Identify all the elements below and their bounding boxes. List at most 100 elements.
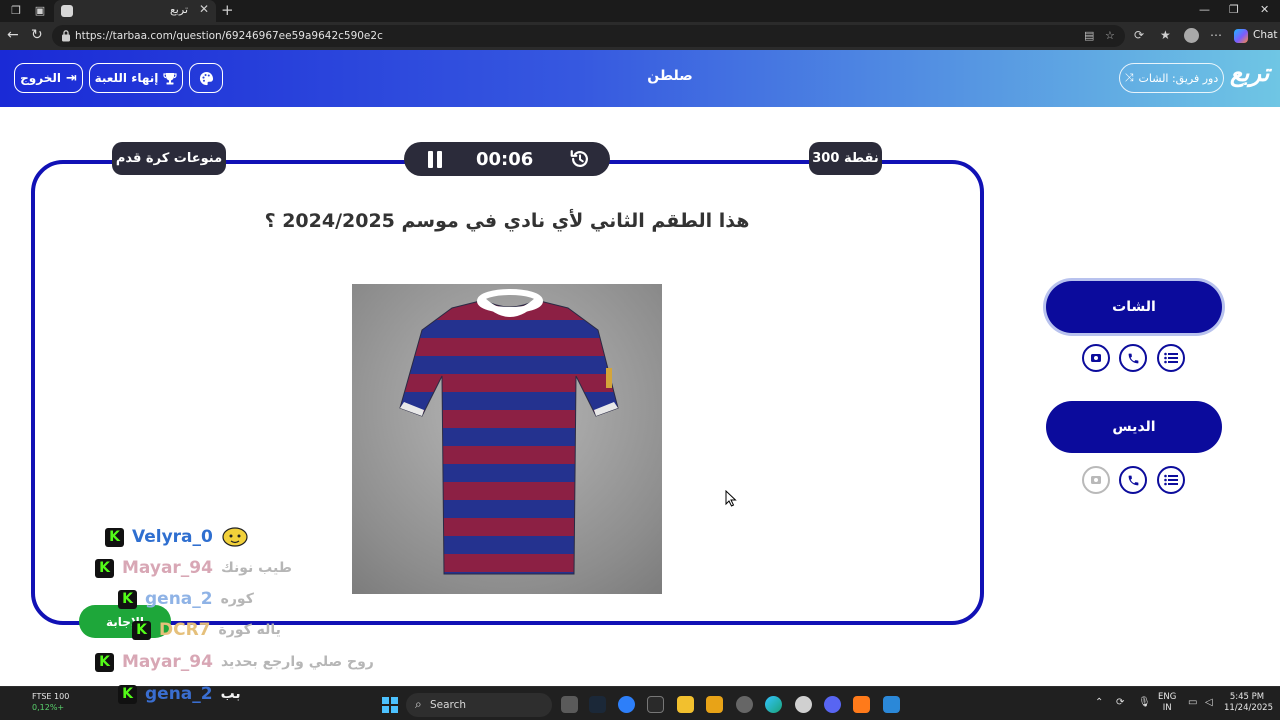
kick-icon: K	[95, 558, 114, 578]
more-menu-icon[interactable]: ⋯	[1210, 28, 1222, 42]
taskbar-search-label: Search	[430, 699, 467, 711]
game-title: صلطن	[647, 68, 693, 84]
category-badge: منوعات كرة قدم	[112, 142, 226, 175]
chat-message: K Mayar_94 روح صلي وارجع بحديد	[95, 650, 374, 674]
tab-title: تربع	[169, 3, 188, 16]
chat-message: K Velyra_0	[105, 525, 257, 549]
reset-timer-icon[interactable]	[569, 148, 591, 170]
file-explorer-icon[interactable]	[677, 696, 694, 713]
chat-text: طيب نونك	[220, 560, 292, 576]
chat-text: كوره	[220, 591, 254, 607]
app-icon[interactable]	[883, 696, 900, 713]
tray-overflow-icon[interactable]: ⌃	[1095, 697, 1103, 708]
browser-tab[interactable]: تربع ✕	[54, 0, 216, 22]
theme-button[interactable]	[189, 63, 223, 93]
network-icon[interactable]: ▭	[1188, 697, 1197, 708]
points-badge: 300 نقطة	[809, 142, 882, 175]
workspaces-icon[interactable]: ❐	[9, 4, 23, 18]
chat-username: gena_2	[145, 684, 213, 704]
end-game-button-label: إنهاء اللعبة	[94, 71, 159, 85]
profile-avatar[interactable]	[1184, 28, 1199, 43]
copilot-chat-button[interactable]: Chat	[1232, 26, 1278, 46]
restore-icon[interactable]: ❐	[1229, 3, 1239, 16]
chat-text: روح صلي وارجع بحديد	[220, 654, 374, 670]
chat-text: ياله كورة	[218, 622, 281, 638]
exit-button-label: الخروج	[20, 71, 61, 85]
favorites-icon[interactable]: ★	[1160, 28, 1171, 42]
team1-swap-icon[interactable]	[1082, 344, 1110, 372]
steam-icon[interactable]	[589, 696, 606, 713]
taskbar-search[interactable]: ⌕ Search	[406, 693, 552, 717]
copilot-chat-label: Chat	[1253, 29, 1278, 41]
shuffle-icon: ⤨	[1124, 71, 1134, 84]
turn-label: دور فريق: الشات	[1138, 71, 1219, 85]
chat-text: بب	[220, 686, 241, 702]
browser-tab-bar: ❐ ▣ تربع ✕ + — ❐ ✕	[0, 0, 1280, 22]
kick-icon: K	[95, 652, 114, 672]
tab-actions-icon[interactable]: ▣	[33, 4, 47, 18]
app-icon[interactable]	[736, 696, 753, 713]
team1-phone-icon[interactable]	[1119, 344, 1147, 372]
close-tab-icon[interactable]: ✕	[199, 2, 209, 16]
epic-games-icon[interactable]	[647, 696, 664, 713]
edge-icon[interactable]	[765, 696, 782, 713]
system-clock[interactable]: 5:45 PM 11/24/2025	[1224, 692, 1273, 714]
obs-icon[interactable]	[795, 696, 812, 713]
minimize-icon[interactable]: —	[1199, 3, 1210, 16]
lock-icon	[62, 30, 70, 42]
emote-icon	[221, 523, 249, 551]
app-icon[interactable]	[853, 696, 870, 713]
timer-value: 00:06	[476, 149, 534, 170]
team-button-chat[interactable]: الشات	[1046, 281, 1222, 333]
timer-pill: 00:06	[404, 142, 610, 176]
app-icon[interactable]	[618, 696, 635, 713]
back-icon[interactable]: ←	[7, 27, 19, 43]
team-name: الشات	[1112, 299, 1156, 315]
task-view-icon[interactable]	[561, 696, 578, 713]
close-window-icon[interactable]: ✕	[1260, 3, 1269, 16]
team2-phone-icon[interactable]	[1119, 466, 1147, 494]
stock-widget[interactable]: FTSE 100 0,12%+	[14, 691, 69, 713]
start-button[interactable]	[382, 697, 398, 713]
mouse-cursor-icon	[725, 490, 737, 507]
game-header: الخروج ⇥ إنهاء اللعبة صلطن ⤨ دور فريق: ا…	[0, 50, 1280, 107]
jersey-image	[399, 289, 619, 575]
address-bar[interactable]: https://tarbaa.com/question/69246967ee59…	[52, 25, 1125, 47]
team2-list-icon[interactable]	[1157, 466, 1185, 494]
kick-icon: K	[118, 684, 137, 704]
team-name: الديس	[1112, 419, 1156, 435]
exit-button[interactable]: الخروج ⇥	[14, 63, 83, 93]
language-indicator[interactable]: ENG IN	[1158, 692, 1176, 714]
clock-time: 5:45 PM	[1229, 692, 1265, 702]
pause-icon[interactable]	[427, 151, 443, 168]
mic-icon[interactable]: 🎙	[1138, 697, 1151, 708]
question-text: هذا الطقم الثاني لأي نادي في موسم 2024/2…	[264, 210, 750, 232]
chat-username: Velyra_0	[132, 527, 213, 547]
favorite-star-icon[interactable]: ☆	[1105, 29, 1115, 42]
new-tab-icon[interactable]: +	[221, 1, 234, 19]
end-game-button[interactable]: إنهاء اللعبة	[89, 63, 183, 93]
kick-icon: K	[118, 589, 137, 609]
chat-message: K gena_2 كوره	[118, 587, 254, 611]
exit-icon: ⇥	[65, 70, 77, 86]
extensions-icon[interactable]: ⟳	[1134, 28, 1144, 42]
team1-list-icon[interactable]	[1157, 344, 1185, 372]
game-page: الخروج ⇥ إنهاء اللعبة صلطن ⤨ دور فريق: ا…	[0, 50, 1280, 686]
chat-message: K DCR7 ياله كورة	[132, 618, 281, 642]
chat-username: gena_2	[145, 589, 213, 609]
ticker-change: 0,12%+	[32, 703, 65, 712]
ticker-name: FTSE 100	[32, 692, 70, 701]
chat-username: DCR7	[159, 620, 211, 640]
site-logo[interactable]: تربع	[1230, 59, 1269, 87]
reader-view-icon[interactable]: ▤	[1084, 29, 1094, 42]
browser-toolbar: ← ↻ https://tarbaa.com/question/69246967…	[0, 22, 1280, 50]
copilot-icon	[1234, 29, 1248, 43]
team-button-dis[interactable]: الديس	[1046, 401, 1222, 453]
discord-icon[interactable]	[824, 696, 841, 713]
volume-icon[interactable]: ◁	[1205, 697, 1213, 708]
lang-region: IN	[1162, 703, 1172, 713]
sync-icon[interactable]: ⟳	[1116, 697, 1124, 708]
palette-icon	[199, 71, 213, 85]
refresh-icon[interactable]: ↻	[31, 27, 43, 43]
app-icon[interactable]	[706, 696, 723, 713]
